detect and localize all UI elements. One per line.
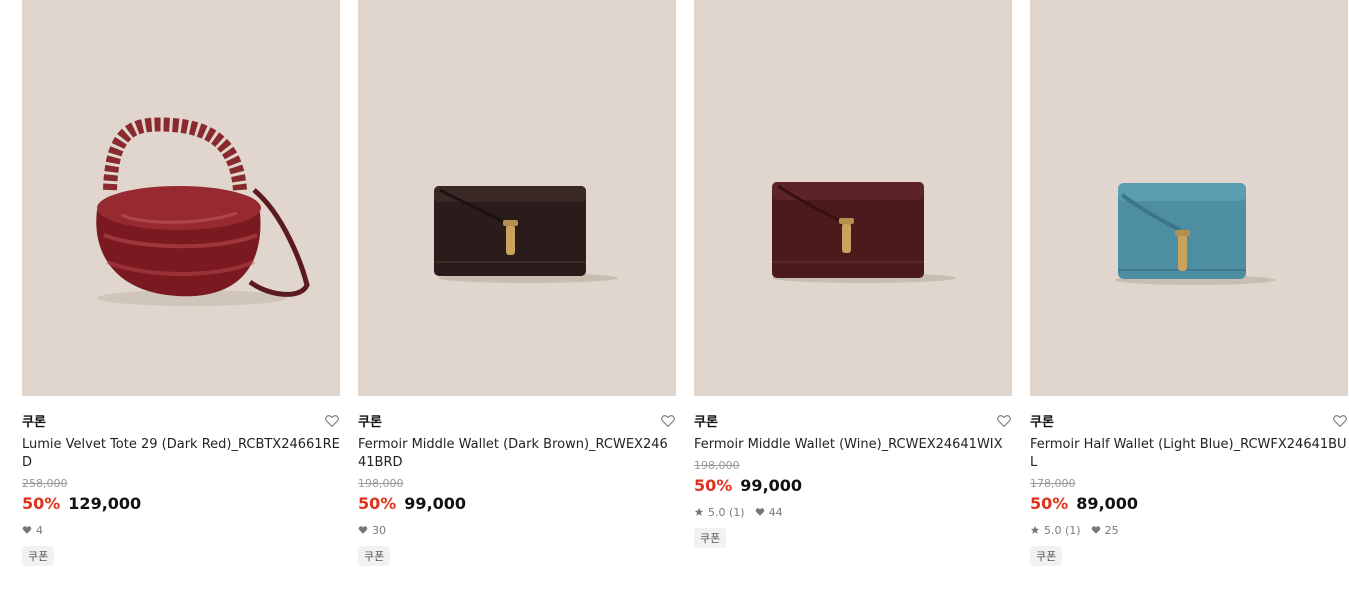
original-price: 198,000 xyxy=(358,477,404,490)
rating: 5.0 (1) xyxy=(694,506,745,519)
heart-filled-icon xyxy=(1091,526,1100,534)
like-count: 25 xyxy=(1091,524,1119,537)
product-image[interactable] xyxy=(358,0,676,396)
star-icon xyxy=(694,507,704,516)
product-name[interactable]: Lumie Velvet Tote 29 (Dark Red)_RCBTX246… xyxy=(22,436,340,472)
coupon-badge: 쿠폰 xyxy=(22,546,55,566)
heart-outline-icon[interactable] xyxy=(996,413,1012,429)
coupon-badge: 쿠폰 xyxy=(358,546,391,566)
like-count: 44 xyxy=(755,506,783,519)
product-card[interactable]: 쿠론 Fermoir Half Wallet (Light Blue)_RCWF… xyxy=(1030,0,1348,566)
discount-rate: 50% xyxy=(1030,494,1069,513)
brand-name: 쿠론 xyxy=(694,415,718,430)
heart-outline-icon[interactable] xyxy=(324,413,340,429)
product-grid: 쿠론 Lumie Velvet Tote 29 (Dark Red)_RCBTX… xyxy=(22,0,1348,566)
heart-filled-icon xyxy=(22,526,32,534)
product-name[interactable]: Fermoir Middle Wallet (Wine)_RCWEX24641W… xyxy=(694,436,1012,454)
heart-outline-icon[interactable] xyxy=(660,413,676,429)
sale-price: 99,000 xyxy=(740,476,803,495)
product-name[interactable]: Fermoir Half Wallet (Light Blue)_RCWFX24… xyxy=(1030,436,1348,472)
brand-name: 쿠론 xyxy=(1030,415,1054,430)
coupon-badge: 쿠폰 xyxy=(694,528,727,548)
discount-rate: 50% xyxy=(22,494,61,513)
product-card[interactable]: 쿠론 Fermoir Middle Wallet (Dark Brown)_RC… xyxy=(358,0,676,566)
original-price: 258,000 xyxy=(22,477,68,490)
sale-price: 89,000 xyxy=(1076,494,1139,513)
brand-name: 쿠론 xyxy=(358,415,382,430)
product-card[interactable]: 쿠론 Fermoir Middle Wallet (Wine)_RCWEX246… xyxy=(694,0,1012,566)
heart-outline-icon[interactable] xyxy=(1332,413,1348,429)
product-image[interactable] xyxy=(1030,0,1348,396)
rating: 5.0 (1) xyxy=(1030,524,1081,537)
original-price: 178,000 xyxy=(1030,477,1076,490)
product-name[interactable]: Fermoir Middle Wallet (Dark Brown)_RCWEX… xyxy=(358,436,676,472)
sale-price: 99,000 xyxy=(404,494,467,513)
like-count: 30 xyxy=(358,524,386,537)
like-count: 4 xyxy=(22,524,43,537)
product-image[interactable] xyxy=(694,0,1012,396)
wallet-image xyxy=(772,182,956,283)
product-card[interactable]: 쿠론 Lumie Velvet Tote 29 (Dark Red)_RCBTX… xyxy=(22,0,340,566)
product-image[interactable] xyxy=(22,0,340,396)
star-icon xyxy=(1030,525,1040,534)
heart-filled-icon xyxy=(358,526,368,534)
half-wallet-image xyxy=(1115,183,1275,285)
discount-rate: 50% xyxy=(358,494,397,513)
sale-price: 129,000 xyxy=(68,494,142,513)
velvet-tote-image xyxy=(96,117,310,306)
heart-filled-icon xyxy=(755,508,764,516)
wallet-image xyxy=(434,186,618,283)
brand-name: 쿠론 xyxy=(22,415,46,430)
original-price: 198,000 xyxy=(694,459,740,472)
discount-rate: 50% xyxy=(694,476,733,495)
coupon-badge: 쿠폰 xyxy=(1030,546,1063,566)
